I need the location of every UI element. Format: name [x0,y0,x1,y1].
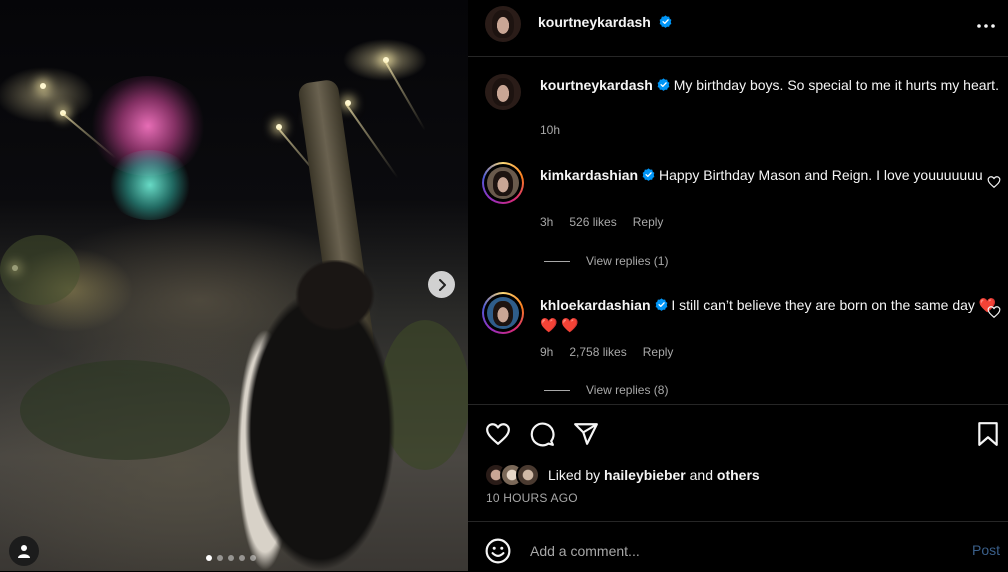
commenter-avatar[interactable] [487,297,519,329]
post-comment-button[interactable]: Post [972,542,1000,558]
carousel-dot [217,555,223,561]
comment-time[interactable]: 3h [540,215,553,229]
post-details-panel: kourtneykardash kourtneykardash My birth… [468,0,1008,571]
post-time[interactable]: 10 HOURS AGO [486,491,578,505]
comment-like-heart-icon[interactable] [987,175,1001,189]
people-silhouette [225,260,415,571]
more-horizontal-icon [977,24,995,28]
divider [544,260,570,262]
bush [0,235,80,305]
bookmark-icon[interactable] [975,421,1001,447]
liked-by-prefix: Liked by [548,467,601,483]
comment-text-block: kimkardashian Happy Birthday Mason and R… [540,165,1000,185]
add-comment-bar: Post [468,521,1008,572]
liked-by-and: and [689,467,713,483]
reply-button[interactable]: Reply [633,215,664,229]
caption-avatar[interactable] [485,74,521,110]
carousel-dot [239,555,245,561]
post-media[interactable] [0,0,468,571]
verified-badge-icon [657,78,670,91]
caption-text: My birthday boys. So special to me it hu… [673,77,999,93]
comment-username[interactable]: kimkardashian [540,167,638,183]
tagged-people-button[interactable] [9,536,39,566]
divider [544,389,570,391]
person-icon [18,545,30,558]
comment-text: Happy Birthday Mason and Reign. I love y… [658,167,983,183]
carousel-dot [250,555,256,561]
comment-likes[interactable]: 526 likes [569,215,616,229]
comment-text: I still can’t believe they are born on t… [671,297,975,313]
send-icon[interactable] [573,421,599,447]
comment-like-heart-icon[interactable] [987,305,1001,319]
comment-meta: 3h 526 likes Reply [540,215,663,229]
view-replies-label: View replies (8) [586,383,669,397]
bush [20,360,230,460]
comment-icon[interactable] [529,421,555,447]
carousel-next-button[interactable] [428,271,455,298]
comment-username[interactable]: khloekardashian [540,297,651,313]
reply-button[interactable]: Reply [643,345,674,359]
view-replies-label: View replies (1) [586,254,669,268]
commenter-avatar[interactable] [487,167,519,199]
liked-by-user[interactable]: haileybieber [604,467,686,483]
verified-badge-icon [655,298,667,311]
comment-time[interactable]: 9h [540,345,553,359]
post-header: kourtneykardash [468,0,1008,57]
light [40,83,46,89]
heart-icon[interactable] [485,421,511,447]
liked-by-others[interactable]: others [717,467,760,483]
verified-badge-icon [642,168,655,181]
light-ray [384,60,426,131]
light-ray [345,103,399,179]
caption-meta: 10h [540,123,560,137]
verified-badge-icon [659,15,672,28]
view-replies-button[interactable]: View replies (8) [544,383,668,397]
liker-avatar [516,463,540,487]
carousel-dot-active [206,555,212,561]
caption-username[interactable]: kourtneykardash [540,77,653,93]
emoji-icon[interactable] [485,538,511,564]
story-ring[interactable] [482,162,524,204]
liked-by-row[interactable]: Liked by haileybieber and others [484,463,760,487]
post-actions-bar [468,404,1008,465]
chevron-right-icon [438,278,446,291]
carousel-dots [206,555,256,561]
comment-likes[interactable]: 2,758 likes [569,345,626,359]
liked-by-text: Liked by haileybieber and others [548,467,760,483]
carousel-dot [228,555,234,561]
more-options-button[interactable] [976,12,996,32]
author-avatar[interactable] [485,6,521,42]
comment-meta: 9h 2,758 likes Reply [540,345,673,359]
comment-text-block: khloekardashian I still can’t believe th… [540,295,1000,335]
comments-section[interactable]: kourtneykardash My birthday boys. So spe… [468,57,1008,403]
caption-time[interactable]: 10h [540,123,560,137]
author-username[interactable]: kourtneykardash [538,14,672,30]
view-replies-button[interactable]: View replies (1) [544,254,668,268]
author-username-text[interactable]: kourtneykardash [538,14,651,30]
comment-input[interactable] [528,536,932,566]
firework-teal [105,150,195,220]
caption-text-block: kourtneykardash My birthday boys. So spe… [540,75,1000,95]
story-ring[interactable] [482,292,524,334]
